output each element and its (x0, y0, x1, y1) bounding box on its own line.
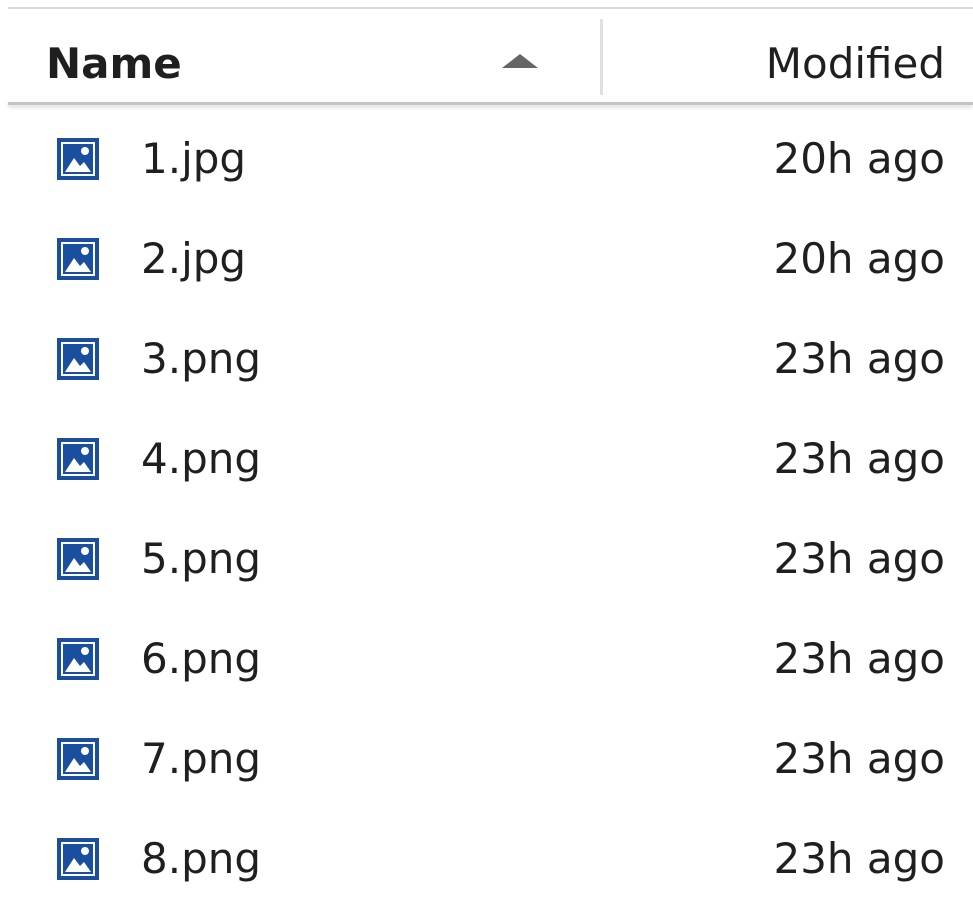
file-name: 8.png (141, 834, 262, 883)
file-modified-time: 20h ago (773, 234, 945, 283)
image-file-icon (57, 238, 99, 280)
file-name: 3.png (141, 334, 262, 383)
file-name: 1.jpg (141, 134, 247, 183)
image-file-icon (57, 538, 99, 580)
file-modified-time: 23h ago (773, 434, 945, 483)
file-name: 6.png (141, 634, 262, 683)
file-list: 1.jpg 20h ago 2.jpg 20h ago 3.png 23h ag… (8, 111, 973, 911)
file-row[interactable]: 1.jpg 20h ago (8, 111, 973, 211)
file-row[interactable]: 7.png 23h ago (8, 711, 973, 811)
image-file-icon (57, 138, 99, 180)
caret-up-icon (502, 54, 538, 68)
column-resize-handle[interactable] (600, 19, 603, 95)
file-name: 5.png (141, 534, 262, 583)
file-row[interactable]: 3.png 23h ago (8, 311, 973, 411)
file-row[interactable]: 5.png 23h ago (8, 511, 973, 611)
file-modified-time: 20h ago (773, 134, 945, 183)
file-name: 7.png (141, 734, 262, 783)
file-name: 4.png (141, 434, 262, 483)
file-modified-time: 23h ago (773, 834, 945, 883)
name-column-label: Name (46, 39, 182, 88)
image-file-icon (57, 438, 99, 480)
file-row[interactable]: 4.png 23h ago (8, 411, 973, 511)
modified-column-label: Modified (765, 39, 945, 88)
file-modified-time: 23h ago (773, 534, 945, 583)
file-modified-time: 23h ago (773, 734, 945, 783)
file-modified-time: 23h ago (773, 334, 945, 383)
file-name: 2.jpg (141, 234, 247, 283)
modified-column-header[interactable]: Modified (606, 9, 973, 104)
file-row[interactable]: 2.jpg 20h ago (8, 211, 973, 311)
file-list-header: Name Modified (8, 9, 973, 104)
image-file-icon (57, 638, 99, 680)
image-file-icon (57, 838, 99, 880)
file-modified-time: 23h ago (773, 634, 945, 683)
file-row[interactable]: 8.png 23h ago (8, 811, 973, 911)
name-column-header[interactable]: Name (8, 9, 600, 104)
image-file-icon (57, 338, 99, 380)
image-file-icon (57, 738, 99, 780)
header-divider (8, 102, 973, 105)
file-row[interactable]: 6.png 23h ago (8, 611, 973, 711)
